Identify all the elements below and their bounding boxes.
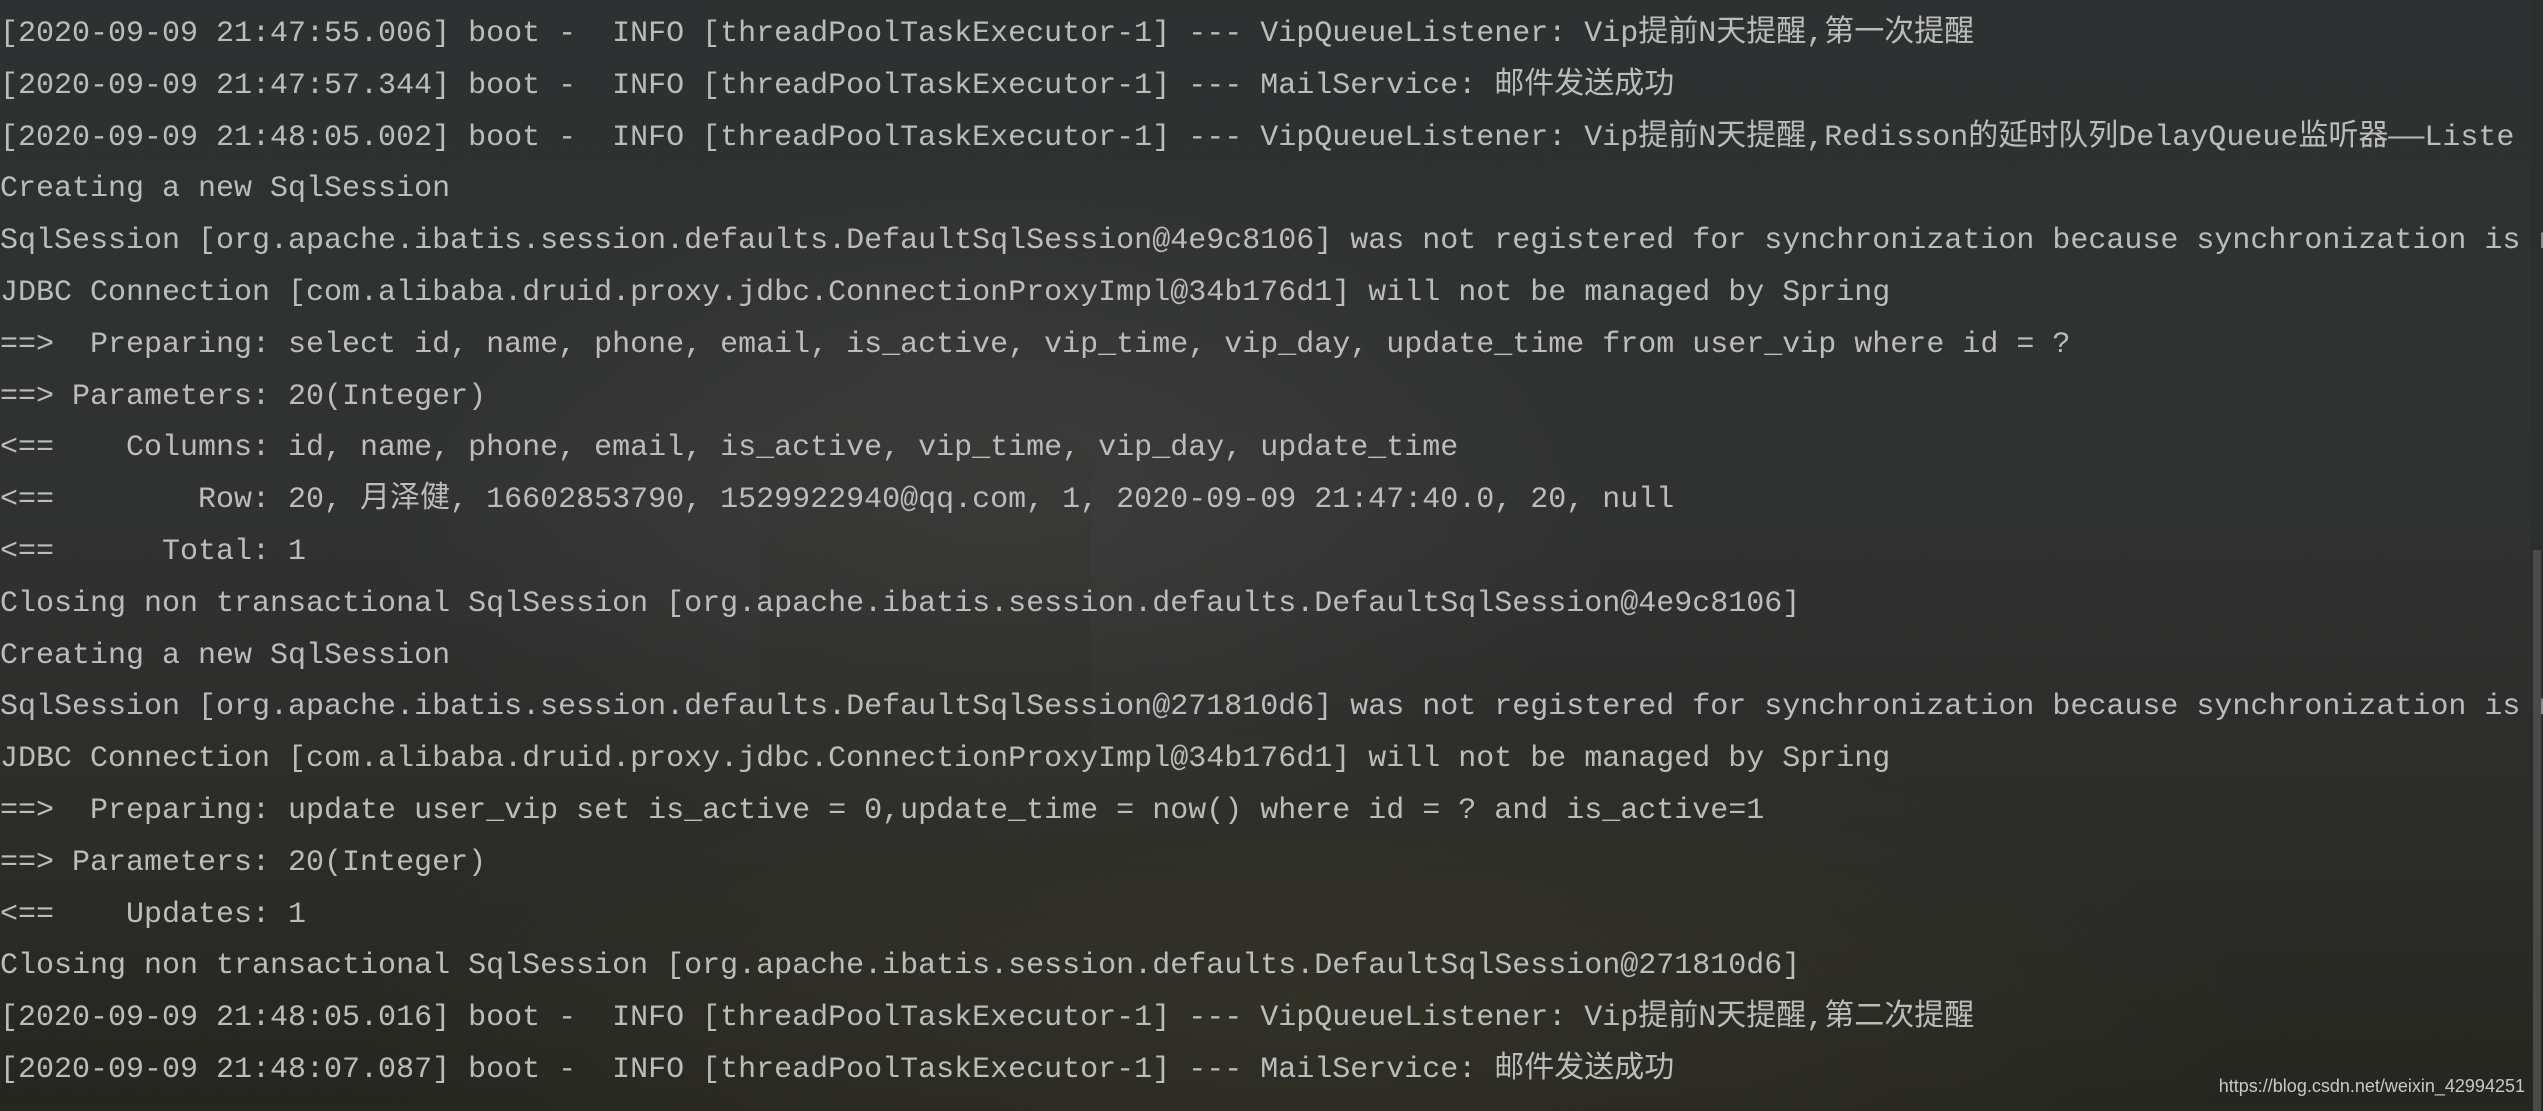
console-line: SqlSession [org.apache.ibatis.session.de… — [0, 224, 2543, 259]
scrollbar-thumb[interactable] — [2533, 550, 2541, 1111]
console-line: [2020-09-09 21:48:05.002] boot - INFO [t… — [0, 120, 2515, 155]
console-line: <== Columns: id, name, phone, email, is_… — [0, 431, 1459, 466]
console-line: Closing non transactional SqlSession [or… — [0, 586, 1801, 621]
console-output: [2020-09-09 21:47:55.006] boot - INFO [t… — [0, 0, 2543, 1111]
console-line: [2020-09-09 21:47:57.344] boot - INFO [t… — [0, 68, 1675, 103]
console-line: <== Row: 20, 月泽健, 16602853790, 152992294… — [0, 483, 1675, 518]
console-line: Creating a new SqlSession — [0, 638, 451, 673]
console-line: <== Total: 1 — [0, 535, 307, 569]
console-line: JDBC Connection [com.alibaba.druid.proxy… — [0, 742, 1891, 777]
console-line: Closing non transactional SqlSession [or… — [0, 949, 1801, 984]
console-line: Creating a new SqlSession — [0, 172, 451, 207]
console-line: [2020-09-09 21:48:05.016] boot - INFO [t… — [0, 1001, 1975, 1036]
console-line: ==> Parameters: 20(Integer) — [0, 845, 487, 880]
console-line: JDBC Connection [com.alibaba.druid.proxy… — [0, 276, 1891, 310]
console-line: ==> Preparing: update user_vip set is_ac… — [0, 794, 1765, 828]
console-line: ==> Preparing: select id, name, phone, e… — [0, 327, 2071, 362]
console-line: [2020-09-09 21:48:07.087] boot - INFO [t… — [0, 1053, 1675, 1087]
console-line: SqlSession [org.apache.ibatis.session.de… — [0, 690, 2543, 725]
console-line: ==> Parameters: 20(Integer) — [0, 379, 487, 414]
watermark: https://blog.csdn.net/weixin_42994251 — [2218, 1076, 2525, 1096]
console-line: <== Updates: 1 — [0, 897, 307, 932]
console-line: [2020-09-09 21:47:55.006] boot - INFO [t… — [0, 17, 1975, 51]
vertical-scrollbar[interactable] — [2531, 0, 2543, 1111]
